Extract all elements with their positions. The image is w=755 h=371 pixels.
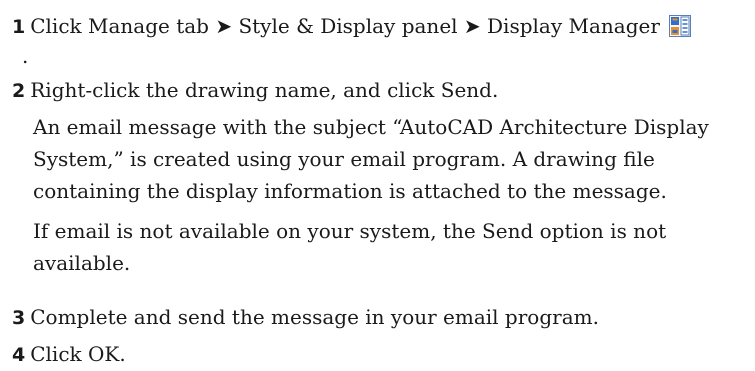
step-4: 4 Click OK. — [12, 338, 752, 371]
step-1: 1 Click Manage tab ➤ Style & Display pane… — [12, 10, 752, 46]
step-text: Right-click the drawing name, and click … — [30, 78, 499, 102]
paragraph-line: available. — [33, 251, 131, 275]
step-3: 3 Complete and send the message in your e… — [12, 301, 752, 334]
step-number: 3 — [12, 307, 26, 329]
step-1-trailing-period: . — [22, 44, 29, 68]
step-text: Complete and send the message in your em… — [30, 305, 599, 329]
paragraph-line: System,” is created using your email pro… — [33, 147, 655, 171]
step-text: Click Manage tab ➤ Style & Display panel… — [30, 14, 660, 38]
paragraph-line: If email is not available on your system… — [33, 219, 667, 243]
step-number: 2 — [12, 80, 26, 102]
step-text: Click OK. — [30, 342, 126, 366]
paragraph-line: containing the display information is at… — [33, 179, 667, 203]
step-2: 2 Right-click the drawing name, and click… — [12, 74, 752, 107]
email-explanation-paragraph: An email message with the subject “AutoC… — [12, 111, 752, 207]
availability-note-paragraph: If email is not available on your system… — [12, 215, 752, 279]
instruction-document: 1 Click Manage tab ➤ Style & Display pane… — [12, 4, 752, 371]
display-manager-icon — [669, 14, 692, 46]
paragraph-line: An email message with the subject “AutoC… — [33, 115, 709, 139]
step-number: 4 — [12, 344, 26, 366]
step-number: 1 — [12, 16, 26, 38]
